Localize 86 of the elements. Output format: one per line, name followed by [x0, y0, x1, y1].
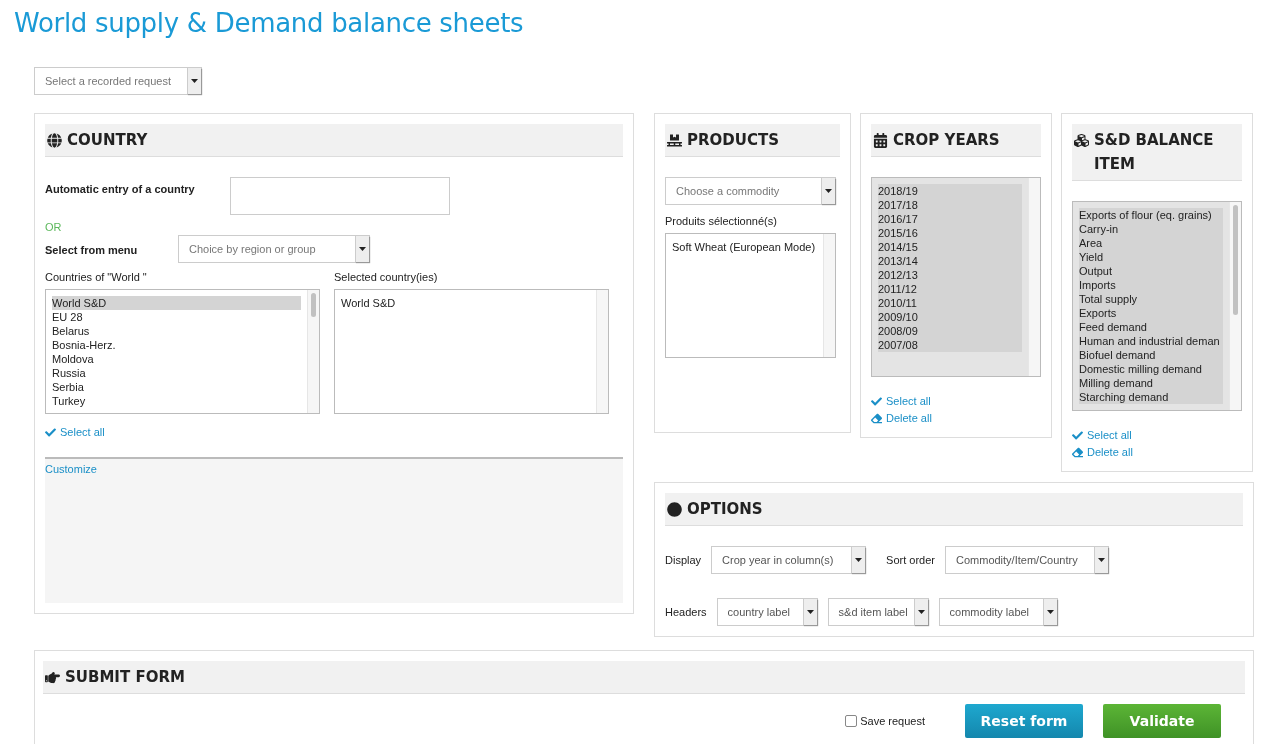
select-all-link[interactable]: Select all: [45, 424, 105, 441]
caret-icon: [825, 189, 832, 193]
list-item[interactable]: World S&D: [341, 296, 590, 310]
check-icon: [1072, 430, 1083, 441]
list-item[interactable]: Turkey: [52, 394, 301, 408]
section-title: S&D BALANCE ITEM: [1094, 130, 1215, 175]
list-item[interactable]: 2010/11: [878, 296, 1022, 310]
caret-icon: [191, 79, 198, 83]
scrollbar[interactable]: [596, 290, 608, 413]
list-item[interactable]: Moldova: [52, 352, 301, 366]
check-icon: [871, 396, 882, 407]
check-icon: [45, 427, 56, 438]
list-item[interactable]: Belarus: [52, 324, 301, 338]
section-title: OPTIONS: [687, 499, 763, 520]
dropdown[interactable]: commodity label: [938, 598, 1058, 626]
checkbox[interactable]: [845, 715, 858, 727]
list-item[interactable]: Starching demand: [1079, 390, 1223, 404]
page-title: World supply & Demand balance sheets: [13, 7, 525, 40]
caret-icon: [359, 247, 366, 251]
list-item[interactable]: Imports: [1079, 278, 1223, 292]
or-label: OR: [45, 221, 63, 233]
dropdown[interactable]: Choose a commodity: [665, 177, 836, 205]
list-item[interactable]: Domestic milling demand: [1079, 362, 1223, 376]
scrollbar[interactable]: [307, 290, 319, 413]
list-item[interactable]: 2009/10: [878, 310, 1022, 324]
list-item[interactable]: Bosnia-Herz.: [52, 338, 301, 352]
list-item[interactable]: Yield: [1079, 250, 1223, 264]
list-item[interactable]: Soft Wheat (European Mode): [672, 240, 817, 254]
list-item[interactable]: Area: [1079, 236, 1223, 250]
list-item[interactable]: World S&D: [52, 296, 301, 310]
list-item[interactable]: Serbia: [52, 380, 301, 394]
section-title: PRODUCTS: [687, 130, 779, 151]
field-label: Automatic entry of a country: [45, 182, 196, 195]
dropdown[interactable]: Commodity/Item/Country: [945, 546, 1109, 574]
list-item[interactable]: Total supply: [1079, 292, 1223, 306]
caret-icon: [1046, 610, 1054, 614]
eraser-icon: [871, 413, 882, 424]
list-item[interactable]: Biofuel demand: [1079, 348, 1223, 362]
caret-icon: [917, 610, 925, 614]
save-request-checkbox[interactable]: Save request: [845, 715, 925, 727]
section-title: CROP YEARS: [893, 130, 1000, 151]
list-item[interactable]: 2012/13: [878, 268, 1022, 282]
list-item[interactable]: Exports of flour (eq. grains): [1079, 208, 1223, 222]
select-all-link[interactable]: Select all: [871, 393, 931, 410]
option-label: Headers: [665, 606, 707, 618]
caret-icon: [806, 610, 814, 614]
field-label: Select from menu: [45, 243, 139, 256]
list-item[interactable]: 2007/08: [878, 338, 1022, 352]
list-item[interactable]: 2018/19: [878, 184, 1022, 198]
scrollbar[interactable]: [1028, 178, 1040, 376]
list-item[interactable]: 2014/15: [878, 240, 1022, 254]
select-all-link[interactable]: Select all: [1072, 427, 1132, 444]
option-label: Display: [665, 554, 702, 566]
list-item[interactable]: 2008/09: [878, 324, 1022, 338]
list-item[interactable]: Russia: [52, 366, 301, 380]
list-item[interactable]: Milling demand: [1079, 376, 1223, 390]
dropdown[interactable]: Crop year in column(s): [711, 546, 867, 574]
eraser-icon: [1072, 447, 1083, 458]
list-label: Countries of "World ": [45, 271, 148, 283]
option-label: Sort order: [886, 554, 935, 566]
dropdown[interactable]: country label: [716, 598, 818, 626]
list-item[interactable]: 2017/18: [878, 198, 1022, 212]
list-label: Produits sélectionné(s): [665, 215, 778, 227]
section-title: SUBMIT FORM: [65, 667, 185, 688]
list-item[interactable]: EU 28: [52, 310, 301, 324]
list-item[interactable]: 2013/14: [878, 254, 1022, 268]
list-item[interactable]: 2011/12: [878, 282, 1022, 296]
dropdown[interactable]: Select a recorded request: [34, 67, 202, 95]
input-field[interactable]: [230, 177, 450, 215]
list-item[interactable]: Human and industrial deman: [1079, 334, 1223, 348]
list-item[interactable]: 2016/17: [878, 212, 1022, 226]
list-item[interactable]: 2015/16: [878, 226, 1022, 240]
caret-icon: [855, 558, 863, 562]
list-item[interactable]: Exports: [1079, 306, 1223, 320]
list-item[interactable]: Feed demand: [1079, 320, 1223, 334]
section-title: COUNTRY: [67, 130, 148, 151]
list-item[interactable]: Output: [1079, 264, 1223, 278]
scrollbar[interactable]: [823, 234, 835, 357]
list-item[interactable]: Carry-in: [1079, 222, 1223, 236]
list-label: Selected country(ies): [334, 271, 439, 283]
caret-icon: [1098, 558, 1105, 562]
dropdown[interactable]: s&d item label: [827, 598, 929, 626]
dropdown[interactable]: Choice by region or group: [178, 235, 370, 263]
delete-all-link[interactable]: Delete all: [1072, 444, 1133, 461]
delete-all-link[interactable]: Delete all: [871, 410, 932, 427]
scrollbar[interactable]: [1229, 202, 1241, 410]
